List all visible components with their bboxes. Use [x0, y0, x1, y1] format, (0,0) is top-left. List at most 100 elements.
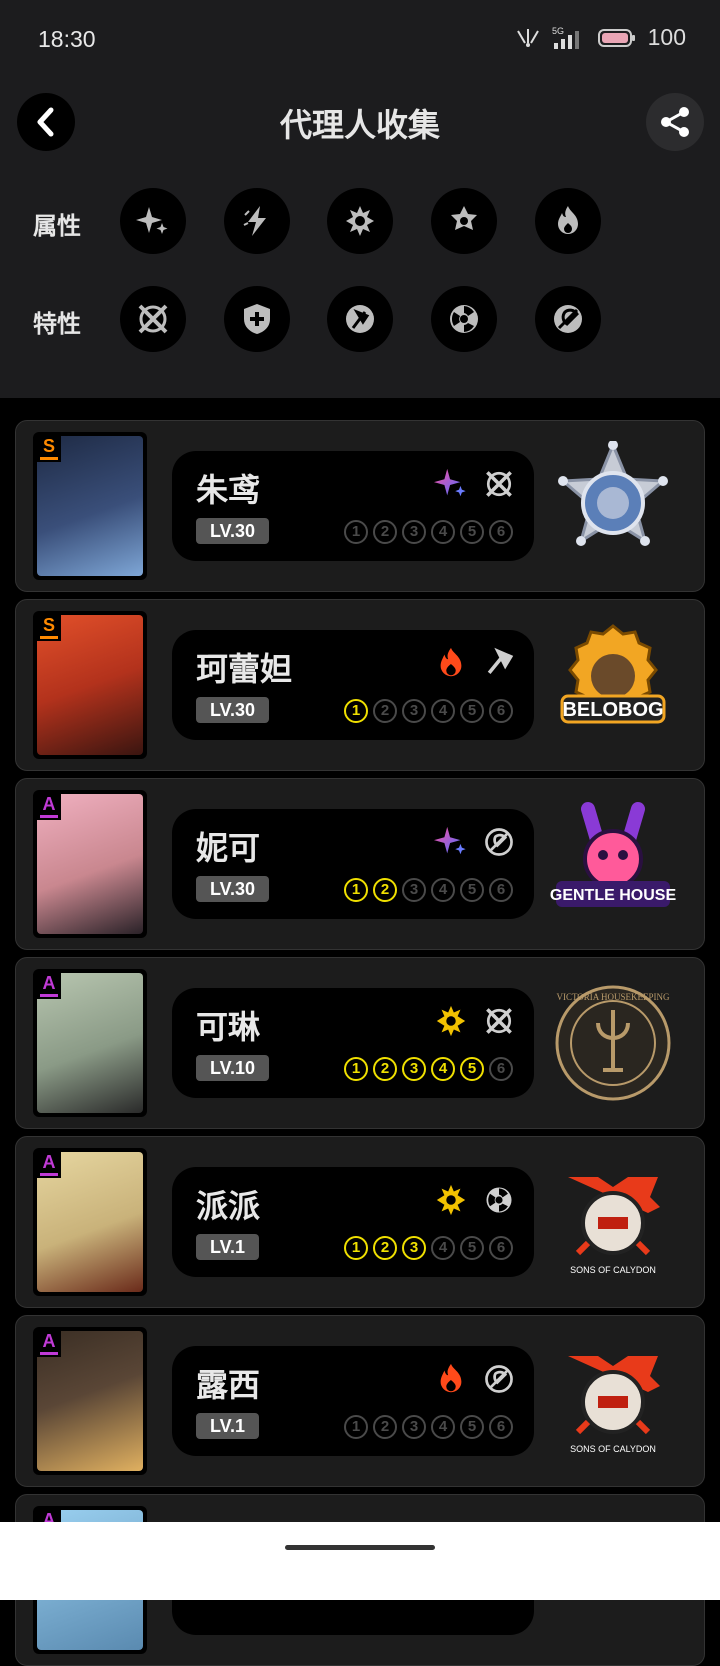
filter-anomaly-button[interactable]: [431, 286, 497, 352]
mindscape-1: 1: [344, 878, 368, 902]
fire-icon: [440, 647, 462, 677]
stun-icon: [346, 305, 374, 333]
agent-level: LV.10: [196, 1055, 270, 1081]
agent-name: 珂蕾妲: [196, 650, 293, 688]
belobog-logo-icon: BELOBOG: [560, 624, 666, 724]
filter-physical-button[interactable]: [327, 188, 393, 254]
victoria-housekeeping-logo-icon: VICTORIA HOUSEKEEPING: [555, 985, 671, 1101]
mindscape-1: 1: [344, 1415, 368, 1439]
mindscape-2: 2: [373, 520, 397, 544]
filter-electric-button[interactable]: [224, 188, 290, 254]
mindscape-indicator: 123456: [344, 1057, 513, 1081]
agent-card-zhu-yuan[interactable]: S 朱鸢 LV.30 123456: [15, 420, 705, 592]
sons-of-calydon-logo-icon: SONS OF CALYDON: [568, 1177, 660, 1275]
agent-portrait: S: [33, 432, 147, 580]
mindscape-indicator: 123456: [344, 878, 513, 902]
rank-badge: S: [37, 436, 61, 462]
attack-icon: [138, 304, 168, 334]
faction-label: GENTLE HOUSE: [550, 887, 677, 904]
defense-icon: [244, 304, 270, 334]
mindscape-4: 4: [431, 1415, 455, 1439]
attack-icon: [486, 1008, 512, 1034]
agent-portrait: A: [33, 1148, 147, 1296]
support-icon: [485, 1365, 513, 1393]
agent-info-panel: 可琳 LV.10 123456: [172, 988, 534, 1098]
filter-attack-button[interactable]: [120, 286, 186, 352]
mindscape-5: 5: [460, 1415, 484, 1439]
ether-icon: [136, 207, 168, 234]
mindscape-5: 5: [460, 699, 484, 723]
ether-icon: [434, 826, 466, 855]
faction-label: SONS OF CALYDON: [570, 1265, 656, 1275]
mindscape-6: 6: [489, 699, 513, 723]
mindscape-2: 2: [373, 699, 397, 723]
filter-defense-button[interactable]: [224, 286, 290, 352]
share-icon: [661, 107, 689, 137]
faction-label: VICTORIA HOUSEKEEPING: [556, 992, 670, 1002]
attack-icon: [486, 471, 512, 497]
agent-info-panel: 朱鸢 LV.30 123456: [172, 451, 534, 561]
status-icons: 5G 100: [516, 24, 686, 51]
status-time: 18:30: [38, 26, 96, 52]
signal-5g-icon: 5G: [552, 26, 579, 49]
agent-portrait: A: [33, 790, 147, 938]
filter-support-button[interactable]: [535, 286, 601, 352]
support-icon: [554, 305, 582, 333]
physical-icon: [436, 1184, 466, 1216]
agent-level: LV.30: [196, 876, 270, 902]
network-label: 5G: [552, 26, 564, 36]
battery-level: 100: [647, 24, 686, 50]
agent-card-nicole[interactable]: A 妮可 LV.30 123456 GENTLE HOUSE: [15, 778, 705, 950]
attribute-label: 属性: [33, 212, 81, 240]
mindscape-3: 3: [402, 1236, 426, 1260]
agent-card-piper[interactable]: A 派派 LV.1 123456 SONS OF CALYDON: [15, 1136, 705, 1308]
mindscape-5: 5: [460, 520, 484, 544]
fire-icon: [440, 1363, 462, 1393]
agent-info-panel: 珂蕾妲 LV.30 123456: [172, 630, 534, 740]
agent-name: 露西: [196, 1366, 261, 1404]
specialty-label: 特性: [33, 310, 81, 338]
agent-portrait: A: [33, 969, 147, 1117]
home-indicator[interactable]: [285, 1545, 435, 1550]
mindscape-4: 4: [431, 699, 455, 723]
agent-card-lucy[interactable]: A 露西 LV.1 123456 SONS OF CALYDON: [15, 1315, 705, 1487]
agent-portrait: A: [33, 1327, 147, 1475]
agent-level: LV.1: [196, 1413, 260, 1439]
support-icon: [485, 828, 513, 856]
agent-card-koleda[interactable]: S 珂蕾妲 LV.30 123456 BELOBOG: [15, 599, 705, 771]
mindscape-6: 6: [489, 1057, 513, 1081]
mindscape-6: 6: [489, 1415, 513, 1439]
mindscape-5: 5: [460, 1057, 484, 1081]
faction-label: BELOBOG: [562, 699, 663, 721]
share-button[interactable]: [646, 93, 704, 151]
mindscape-3: 3: [402, 1057, 426, 1081]
agent-card-corin[interactable]: A 可琳 LV.10 123456 VICTORIA HOUSEKEEPING: [15, 957, 705, 1129]
vibrate-icon: [516, 28, 539, 47]
mindscape-1: 1: [344, 1057, 368, 1081]
faction-label: SONS OF CALYDON: [570, 1444, 656, 1454]
rank-badge: A: [37, 1331, 61, 1357]
mindscape-4: 4: [431, 1057, 455, 1081]
anomaly-icon: [486, 1187, 512, 1213]
mindscape-1: 1: [344, 1236, 368, 1260]
filter-fire-button[interactable]: [535, 188, 601, 254]
header: 代理人收集 属性 特性: [0, 80, 720, 398]
rank-badge: S: [37, 615, 61, 641]
mindscape-4: 4: [431, 1236, 455, 1260]
filter-stun-button[interactable]: [327, 286, 393, 352]
mindscape-2: 2: [373, 1057, 397, 1081]
mindscape-3: 3: [402, 878, 426, 902]
rank-badge: A: [37, 973, 61, 999]
filter-ice-button[interactable]: [431, 188, 497, 254]
agent-name: 派派: [196, 1187, 261, 1225]
mindscape-1: 1: [344, 520, 368, 544]
filter-ether-button[interactable]: [120, 188, 186, 254]
mindscape-5: 5: [460, 1236, 484, 1260]
mindscape-indicator: 123456: [344, 520, 513, 544]
mindscape-3: 3: [402, 1415, 426, 1439]
mindscape-4: 4: [431, 878, 455, 902]
physical-icon: [346, 206, 374, 236]
agent-info-panel: 露西 LV.1 123456: [172, 1346, 534, 1456]
mindscape-3: 3: [402, 520, 426, 544]
mindscape-2: 2: [373, 1415, 397, 1439]
